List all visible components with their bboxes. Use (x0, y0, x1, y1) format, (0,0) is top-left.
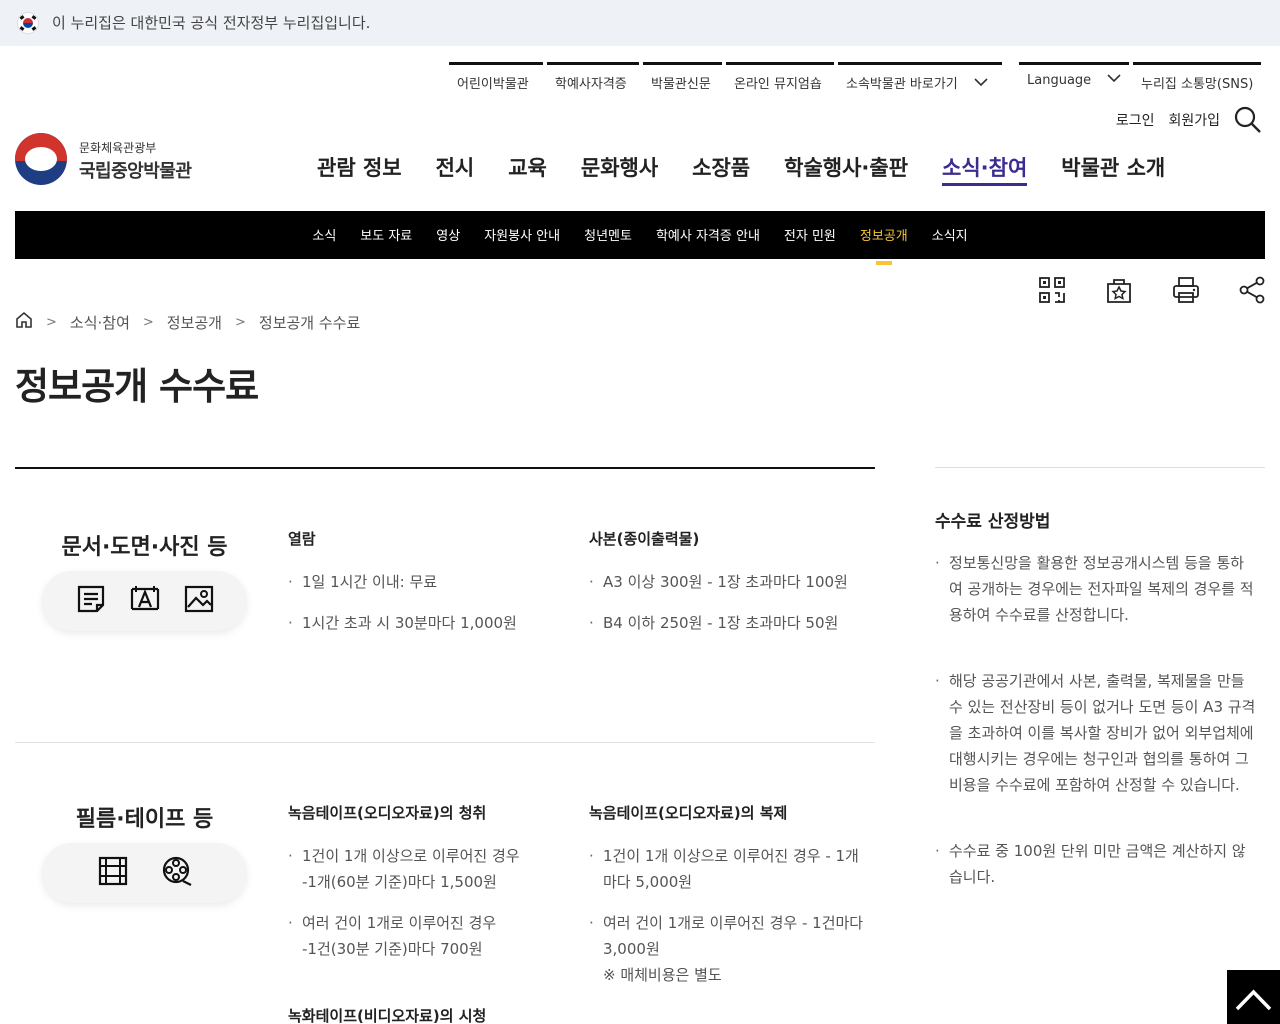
subnav-e-petition[interactable]: 전자 민원 (784, 225, 836, 244)
share-icon[interactable] (1237, 275, 1267, 309)
reel-icon (161, 855, 193, 891)
document-icon (75, 583, 107, 619)
breadcrumb-news-participation[interactable]: 소식·참여 (70, 312, 130, 333)
language-dropdown[interactable]: Language (1019, 62, 1129, 96)
copy-fee-item: B4 이하 250원 - 1장 초과마다 50원 (589, 610, 838, 636)
side-divider (935, 467, 1265, 468)
nav-academic-publications[interactable]: 학술행사·출판 (767, 152, 925, 186)
util-link-newsletter[interactable]: 박물관신문 (643, 62, 722, 96)
breadcrumb-separator-icon: > (234, 314, 246, 330)
chevron-up-icon (1235, 989, 1272, 1011)
fee-method-title: 수수료 산정방법 (935, 512, 1051, 532)
breadcrumb-current: 정보공개 수수료 (258, 313, 361, 332)
nav-events[interactable]: 문화행사 (564, 152, 675, 186)
docs-category-title: 문서·도면·사진 등 (61, 535, 228, 560)
media-cost-note: ※ 매체비용은 별도 (603, 966, 722, 984)
fee-method-paragraph: 정보통신망을 활용한 정보공개시스템 등을 통하여 공개하는 경우에는 전자파일… (935, 550, 1267, 628)
drawing-icon (129, 583, 161, 619)
subnav-video[interactable]: 영상 (436, 225, 460, 244)
chevron-down-icon (1107, 72, 1121, 87)
util-affiliated-museums-dropdown[interactable]: 소속박물관 바로가기 (838, 62, 1002, 96)
logo-museum-name: 국립중앙박물관 (79, 161, 192, 182)
view-fee-heading: 열람 (288, 530, 316, 548)
site-logo[interactable]: 문화체육관광부 국립중앙박물관 (15, 133, 215, 185)
subnav-news[interactable]: 소식 (312, 225, 336, 244)
content-divider (15, 467, 875, 469)
video-view-heading: 녹화테이프(비디오자료)의 시청 (288, 1007, 487, 1024)
subnav-press[interactable]: 보도 자료 (360, 225, 412, 244)
view-fee-item: 1시간 초과 시 30분마다 1,000원 (288, 610, 517, 636)
nav-education[interactable]: 교육 (491, 152, 564, 186)
audio-listen-item: 여러 건이 1개로 이루어진 경우-1건(30분 기준)마다 700원 (288, 910, 496, 962)
nav-visit-info[interactable]: 관람 정보 (300, 152, 419, 186)
audio-copy-item: 1건이 1개 이상으로 이루어진 경우 - 1개마다 5,000원 (589, 843, 859, 895)
copy-fee-item: A3 이상 300원 - 1장 초과마다 100원 (589, 569, 848, 595)
audio-copy-heading: 녹음테이프(오디오자료)의 복제 (589, 804, 788, 822)
audio-copy-item: 여러 건이 1개로 이루어진 경우 - 1건마다3,000원※ 매체비용은 별도 (589, 910, 863, 988)
qr-code-icon[interactable] (1037, 275, 1067, 309)
museum-logo-icon (15, 133, 67, 185)
util-link-museum-shop[interactable]: 온라인 뮤지엄숍 (726, 62, 834, 96)
print-icon[interactable] (1171, 275, 1201, 309)
nav-about[interactable]: 박물관 소개 (1044, 152, 1182, 186)
subnav-newsletter[interactable]: 소식지 (932, 225, 968, 244)
util-link-curator-cert[interactable]: 학예사자격증 (547, 62, 639, 96)
search-icon[interactable] (1234, 106, 1262, 134)
home-icon[interactable] (15, 311, 33, 333)
breadcrumb-info-disclosure[interactable]: 정보공개 (167, 312, 222, 333)
page-title: 정보공개 수수료 (15, 365, 259, 408)
audio-listen-heading: 녹음테이프(오디오자료)의 청취 (288, 804, 487, 822)
korea-flag-icon (17, 12, 39, 34)
breadcrumb: > 소식·참여 > 정보공개 > 정보공개 수수료 (15, 311, 360, 333)
fee-method-paragraph: 해당 공공기관에서 사본, 출력물, 복제물을 만들수 있는 전산장비 등이 없… (935, 668, 1267, 798)
member-links: 로그인 회원가입 (1116, 110, 1220, 130)
copy-fee-heading: 사본(종이출력물) (589, 530, 700, 548)
audio-listen-item: 1건이 1개 이상으로 이루어진 경우-1개(60분 기준)마다 1,500원 (288, 843, 520, 895)
utility-nav-right: Language 누리집 소통망(SNS) (1019, 62, 1265, 96)
breadcrumb-separator-icon: > (46, 314, 57, 330)
film-category-title: 필름·테이프 등 (75, 807, 214, 832)
bookmark-star-icon[interactable] (1104, 275, 1134, 309)
gov-banner-text[interactable]: 이 누리집은 대한민국 공식 전자정부 누리집입니다. (52, 12, 370, 33)
subnav-youth-mentor[interactable]: 청년멘토 (584, 225, 632, 244)
chevron-down-icon (974, 76, 988, 91)
section-divider (15, 742, 875, 743)
view-fee-item: 1일 1시간 이내: 무료 (288, 569, 437, 595)
gov-banner: 이 누리집은 대한민국 공식 전자정부 누리집입니다. (0, 0, 1280, 46)
util-link-kids-museum[interactable]: 어린이박물관 (449, 62, 543, 96)
sub-nav-bar: 소식 보도 자료 영상 자원봉사 안내 청년멘토 학예사 자격증 안내 전자 민… (15, 211, 1265, 265)
join-link[interactable]: 회원가입 (1168, 110, 1220, 130)
nav-news-participation[interactable]: 소식·참여 (925, 152, 1044, 186)
film-icon (97, 855, 129, 891)
fee-method-paragraph: 수수료 중 100원 단위 미만 금액은 계산하지 않습니다. (935, 838, 1267, 890)
nav-collection[interactable]: 소장품 (675, 152, 767, 186)
sns-dropdown[interactable]: 누리집 소통망(SNS) (1133, 62, 1261, 96)
subnav-info-disclosure[interactable]: 정보공개 (860, 225, 908, 265)
utility-nav: 어린이박물관 학예사자격증 박물관신문 온라인 뮤지엄숍 소속박물관 바로가기 (449, 62, 1006, 96)
subnav-curator-cert[interactable]: 학예사 자격증 안내 (656, 225, 760, 244)
subnav-volunteer[interactable]: 자원봉사 안내 (484, 225, 560, 244)
nav-exhibitions[interactable]: 전시 (419, 152, 492, 186)
login-link[interactable]: 로그인 (1116, 110, 1155, 130)
logo-ministry-text: 문화체육관광부 (79, 141, 157, 155)
docs-icon-group (42, 571, 247, 631)
photo-icon (183, 583, 215, 619)
main-nav: 관람 정보 전시 교육 문화행사 소장품 학술행사·출판 소식·참여 박물관 소… (300, 152, 1182, 186)
breadcrumb-separator-icon: > (142, 314, 154, 330)
scroll-to-top-button[interactable] (1227, 970, 1280, 1024)
film-icon-group (42, 843, 247, 903)
